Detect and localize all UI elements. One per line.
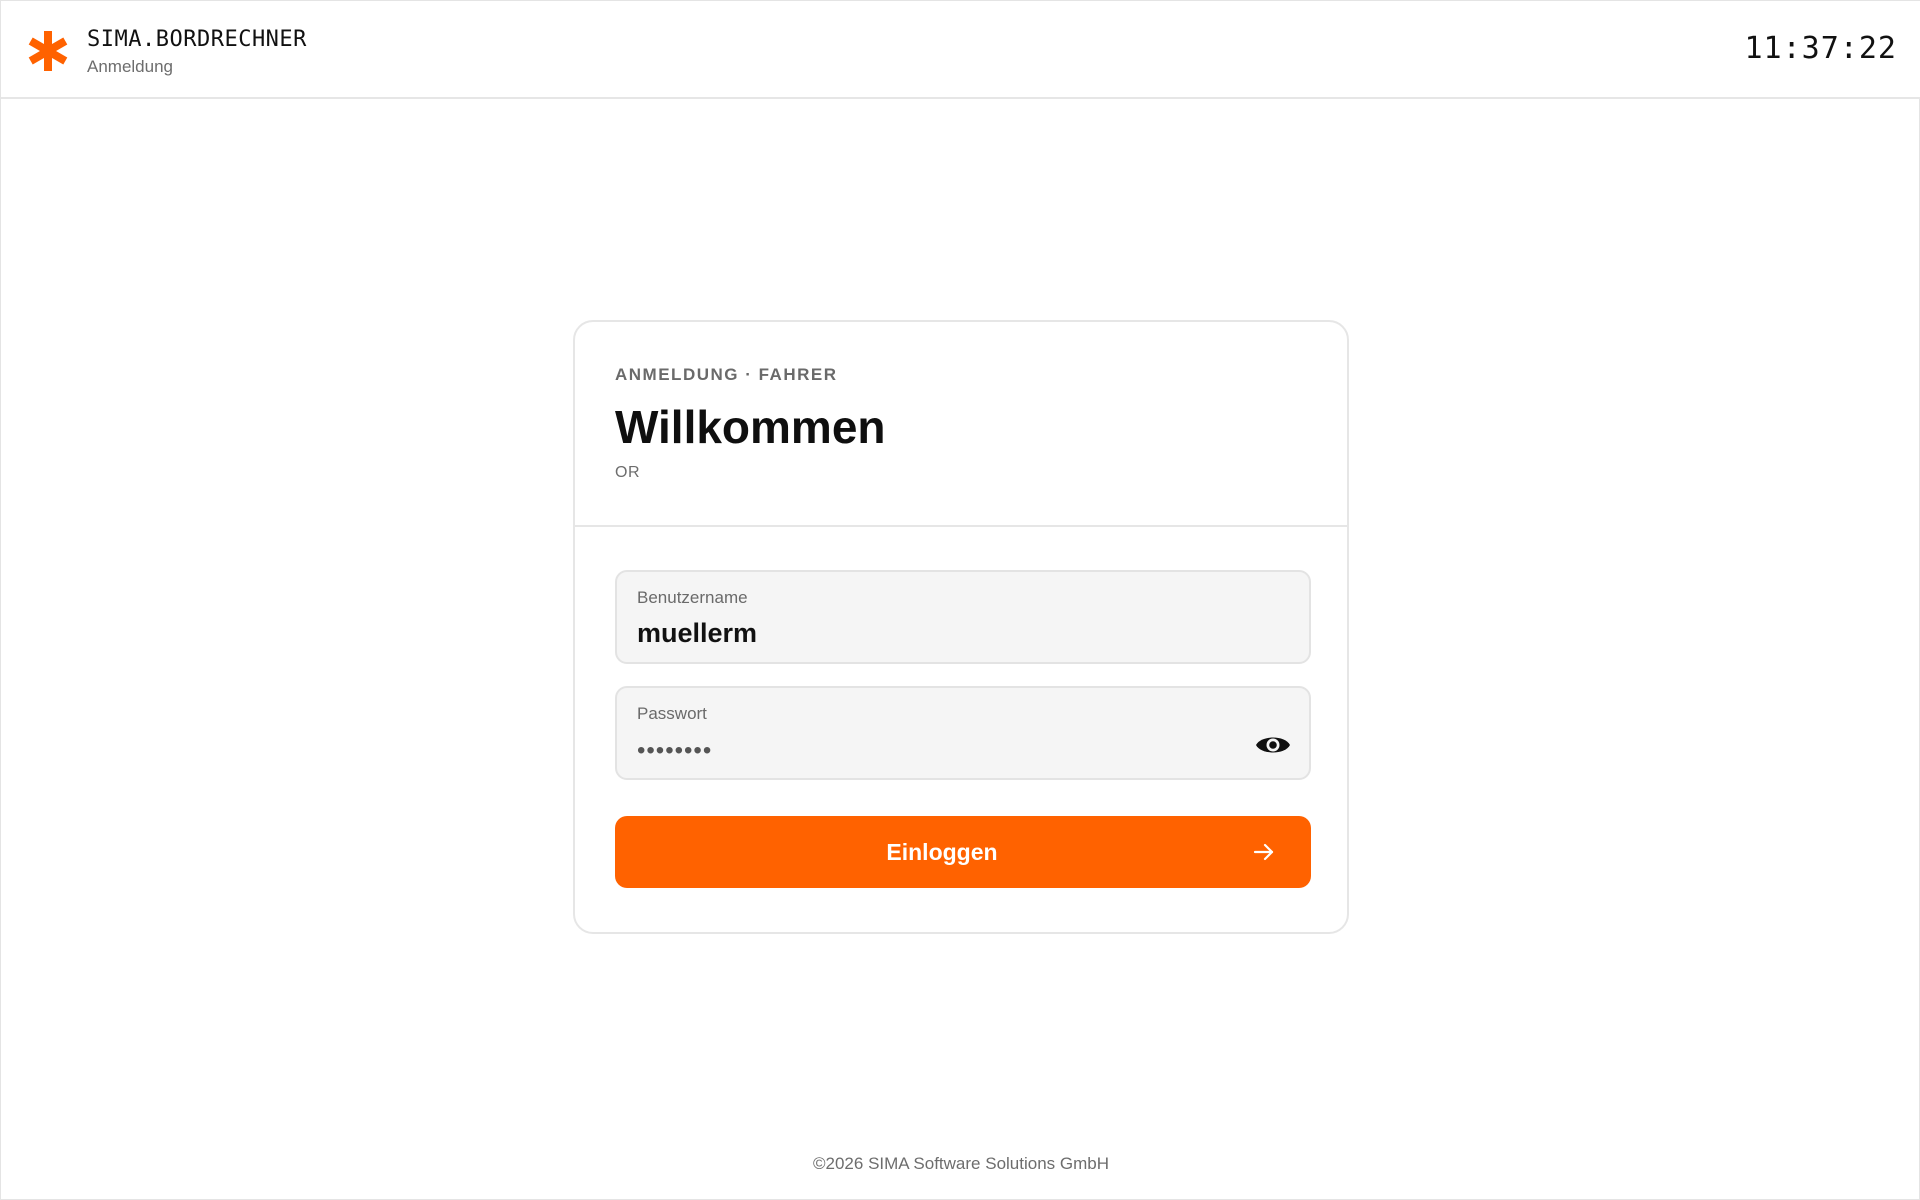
top-bar: SIMA.BORDRECHNER Anmeldung 11:37:22	[1, 1, 1920, 99]
password-input[interactable]	[637, 734, 1237, 768]
username-field[interactable]: Benutzername	[615, 570, 1311, 664]
password-field[interactable]: Passwort	[615, 686, 1311, 780]
username-input[interactable]	[637, 616, 1237, 650]
login-card-header: ANMELDUNG · FAHRER Willkommen OR	[575, 322, 1347, 527]
login-subtitle: OR	[615, 464, 640, 481]
clock: 11:37:22	[1744, 31, 1897, 66]
brand-subtitle: Anmeldung	[87, 57, 174, 76]
footer-copyright: ©2026 SIMA Software Solutions GmbH	[813, 1154, 1109, 1173]
brand-title: SIMA.BORDRECHNER	[87, 27, 307, 52]
password-label: Passwort	[637, 704, 707, 723]
login-button[interactable]: Einloggen	[615, 816, 1311, 888]
login-button-label: Einloggen	[886, 839, 998, 865]
asterisk-icon	[28, 31, 68, 71]
app-frame: SIMA.BORDRECHNER Anmeldung 11:37:22 ANME…	[0, 0, 1920, 1200]
login-card: ANMELDUNG · FAHRER Willkommen OR Benutze…	[573, 320, 1349, 934]
eye-icon[interactable]	[1255, 732, 1291, 758]
page-title: Willkommen	[615, 401, 886, 453]
arrow-right-icon	[1253, 843, 1274, 861]
login-eyebrow: ANMELDUNG · FAHRER	[615, 365, 838, 384]
username-label: Benutzername	[637, 588, 748, 607]
